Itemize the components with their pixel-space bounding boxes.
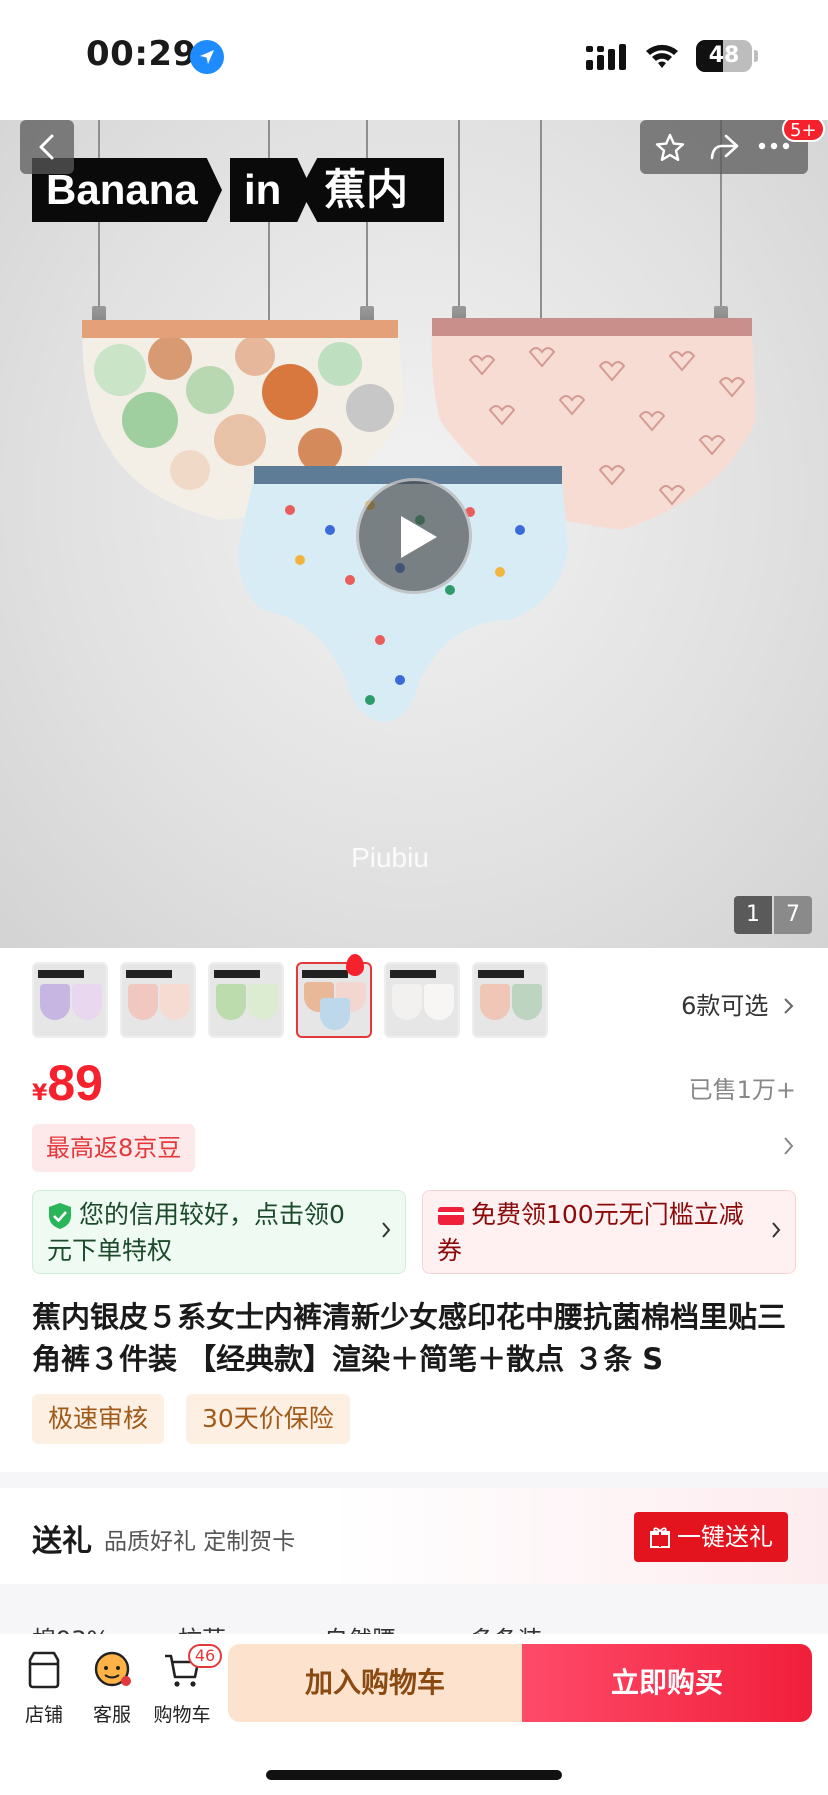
send-gift-button[interactable]: 一键送礼 [634,1512,788,1562]
play-icon [401,516,437,558]
cellular-signal-icon [586,44,626,70]
chevron-right-icon [772,1222,781,1238]
gift-section: 送礼 品质好礼 定制贺卡 一键送礼 [0,1488,828,1584]
thumb-garment [248,984,278,1020]
gift-title: 送礼 [32,1524,92,1559]
currency-symbol: ¥ [32,1081,48,1106]
battery-indicator: 48 [696,40,752,72]
hot-flame-icon [346,954,364,976]
battery-cap [754,50,758,62]
back-button[interactable] [20,120,74,174]
buy-now-button[interactable]: 立即购买 [522,1644,812,1722]
coupon-icon [438,1207,464,1225]
add-to-cart-button[interactable]: 加入购物车 [228,1644,522,1722]
product-title: 蕉内银皮５系女士内裤清新少女感印花中腰抗菌棉档里贴三角裤３件装 【经典款】渲染＋… [32,1300,787,1376]
credit-promo-text: 您的信用较好，点击领0元下单特权 [47,1200,345,1265]
thumb-brand [478,970,524,978]
coupon-promo[interactable]: 免费领100元无门槛立减券 [422,1190,796,1274]
thumb-brand [302,970,348,978]
location-arrow-icon [190,40,224,74]
thumb-garment [160,984,190,1020]
thumb-garment [424,984,454,1020]
thumb-garment [320,998,350,1030]
spec-item: 抗菌 [178,1620,226,1634]
thumb-garment [480,984,510,1020]
more-icon[interactable] [758,142,790,150]
brand-text-cn: 蕉内 [300,158,444,222]
section-divider [0,1472,828,1488]
thumb-brand [126,970,172,978]
wifi-icon [646,44,678,68]
variant-thumbnail[interactable] [472,962,548,1038]
variant-count-label: 6款可选 [681,992,769,1020]
thumb-garment [40,984,70,1020]
customer-service-button[interactable]: 客服 [76,1650,148,1727]
thumb-brand [38,970,84,978]
variant-thumbnail[interactable] [32,962,108,1038]
chevron-right-icon[interactable] [782,1136,794,1156]
image-counter: 1 7 [734,896,812,934]
send-gift-label: 一键送礼 [677,1523,773,1551]
spec-highlights: 棉93% 抗菌 自然腰 多条装 [0,1584,828,1634]
gift-subtitle: 品质好礼 定制贺卡 [104,1529,296,1555]
home-indicator [266,1770,562,1780]
gift-icon [650,1527,670,1548]
favorite-star-icon[interactable] [654,132,686,164]
coupon-promo-text: 免费领100元无门槛立减券 [437,1200,744,1265]
spec-item: 自然腰 [324,1620,396,1634]
customer-service-icon [94,1651,131,1687]
message-badge: 5+ [782,120,825,142]
image-watermark: Piubiu [351,842,429,873]
thumb-garment [216,984,246,1020]
service-tag: 极速审核 [32,1394,165,1444]
variant-thumbnail[interactable] [120,962,196,1038]
thumb-garment [512,984,542,1020]
share-icon[interactable] [708,132,740,162]
variant-count-link[interactable]: 6款可选 [681,986,794,1021]
thumb-garment [392,984,422,1020]
price: ¥89 [32,1054,103,1112]
chevron-right-icon [784,998,794,1014]
cart-label: 购物车 [153,1704,211,1726]
image-counter-total: 7 [774,896,812,934]
service-label: 客服 [92,1704,131,1726]
image-counter-current: 1 [734,896,772,934]
thumb-garment [128,984,158,1020]
shop-icon [28,1651,60,1689]
shop-label: 店铺 [24,1704,63,1726]
spec-item: 多条装 [470,1620,542,1634]
rebate-badge[interactable]: 最高返8京豆 [32,1124,196,1172]
variant-thumbnails: 6款可选 [0,954,828,1044]
sold-count: 已售1万+ [688,1076,796,1104]
shop-button[interactable]: 店铺 [8,1650,80,1727]
thumb-garment [72,984,102,1020]
play-video-button[interactable] [356,478,472,594]
service-tag: 30天价保险 [186,1394,350,1444]
thumb-brand [214,970,260,978]
price-value: 89 [47,1055,103,1111]
variant-thumbnail[interactable] [384,962,460,1038]
spec-item: 棉93% [32,1620,109,1634]
clock-time: 00:29 [86,34,197,74]
thumb-brand [390,970,436,978]
variant-thumbnail[interactable] [208,962,284,1038]
brand-text-in: in [230,158,312,222]
chevron-right-icon [382,1222,391,1238]
shield-check-icon [49,1203,71,1229]
status-bar: 00:29 48 [0,0,828,120]
chevron-left-icon [39,134,54,160]
cart-count-badge: 46 [188,1644,222,1668]
product-image-carousel[interactable]: Banana in 蕉内 5+ Piubiu 1 7 [0,120,828,948]
credit-privilege-promo[interactable]: 您的信用较好，点击领0元下单特权 [32,1190,406,1274]
battery-percent: 48 [708,43,740,68]
